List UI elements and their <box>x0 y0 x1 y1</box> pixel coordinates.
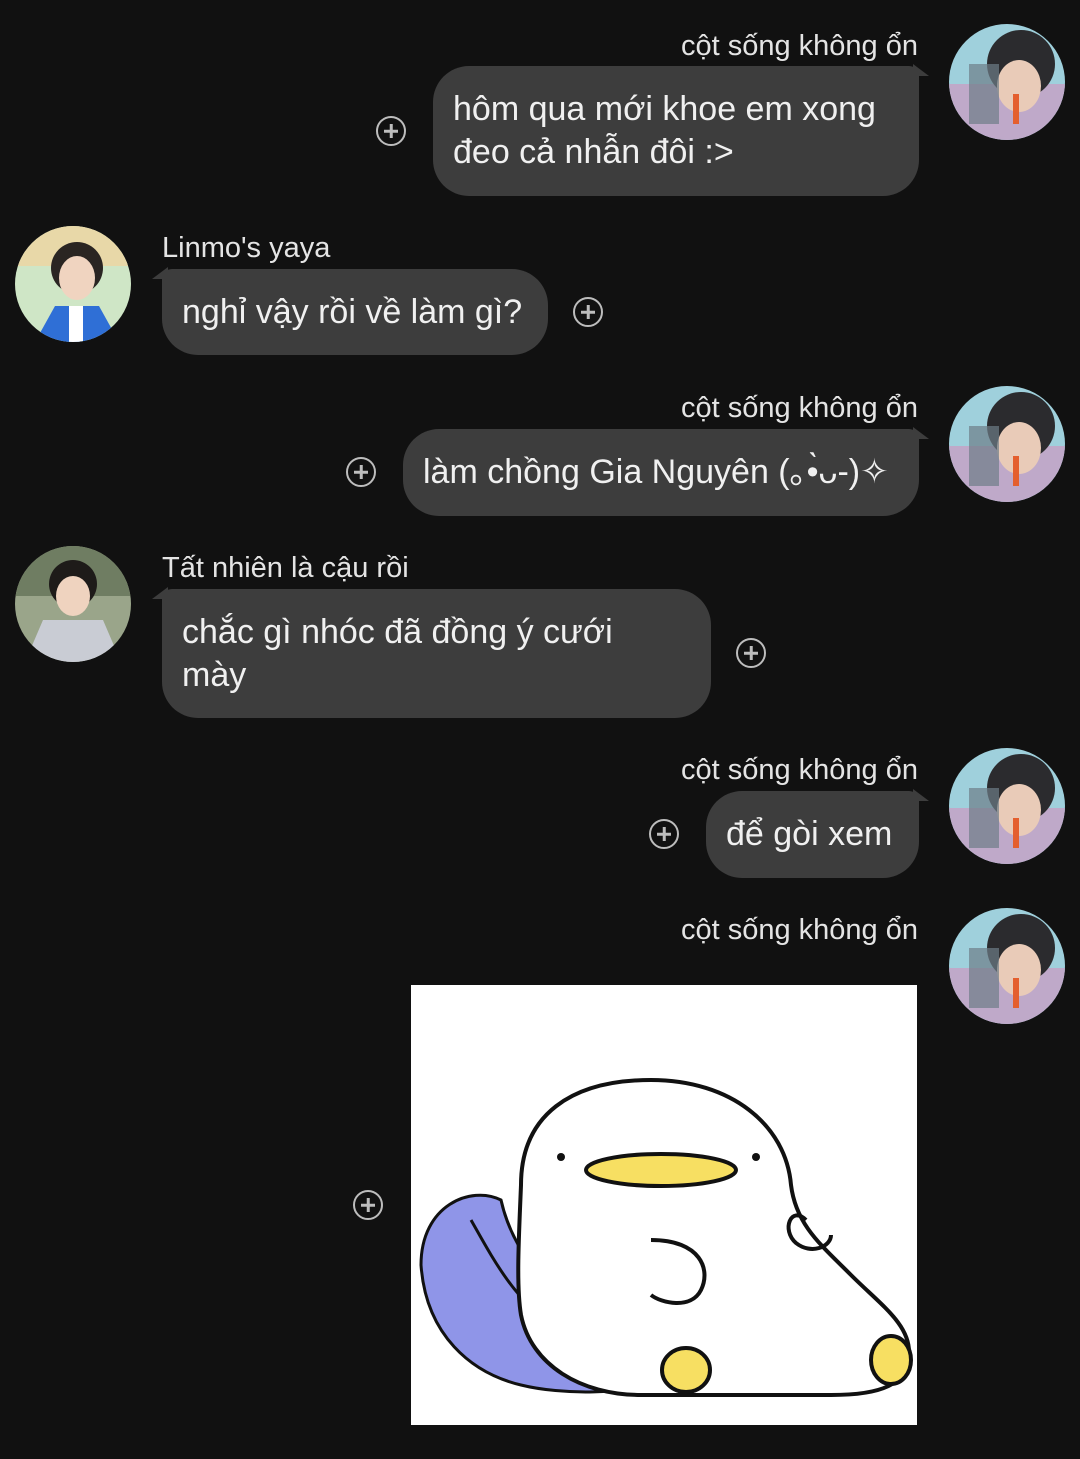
message-bubble[interactable]: chắc gì nhóc đã đồng ý cưới mày <box>152 587 711 718</box>
add-reaction-icon[interactable] <box>736 638 766 668</box>
avatar[interactable] <box>949 748 1065 864</box>
add-reaction-icon[interactable] <box>346 457 376 487</box>
sender-name: cột sống không ổn <box>680 392 918 424</box>
message-text: hôm qua mới khoe em xong đeo cả nhẫn đôi… <box>453 90 876 171</box>
sender-name: cột sống không ổn <box>680 30 918 62</box>
sender-name: cột sống không ổn <box>680 754 918 786</box>
message-bubble[interactable]: làm chồng Gia Nguyên (｡•̀ᴗ-)✧ <box>403 427 929 516</box>
add-reaction-icon[interactable] <box>573 297 603 327</box>
message-text: làm chồng Gia Nguyên (｡•̀ᴗ-)✧ <box>423 453 889 491</box>
avatar[interactable] <box>949 24 1065 140</box>
message-text: nghỉ vậy rồi về làm gì? <box>182 293 523 331</box>
sender-name: cột sống không ổn <box>680 914 918 946</box>
message-bubble[interactable]: để gòi xem <box>706 789 929 878</box>
sender-name: Linmo's yaya <box>162 232 331 264</box>
add-reaction-icon[interactable] <box>376 116 406 146</box>
message-text: chắc gì nhóc đã đồng ý cưới mày <box>182 613 613 694</box>
avatar[interactable] <box>949 386 1065 502</box>
avatar[interactable] <box>15 226 131 342</box>
message-bubble[interactable]: hôm qua mới khoe em xong đeo cả nhẫn đôi… <box>433 64 929 196</box>
avatar[interactable] <box>15 546 131 662</box>
add-reaction-icon[interactable] <box>649 819 679 849</box>
add-reaction-icon[interactable] <box>353 1190 383 1220</box>
duck-sticker[interactable] <box>411 985 917 1425</box>
sender-name: Tất nhiên là cậu rồi <box>162 552 409 584</box>
message-bubble[interactable]: nghỉ vậy rồi về làm gì? <box>152 267 548 355</box>
message-text: để gòi xem <box>726 815 893 853</box>
avatar[interactable] <box>949 908 1065 1024</box>
